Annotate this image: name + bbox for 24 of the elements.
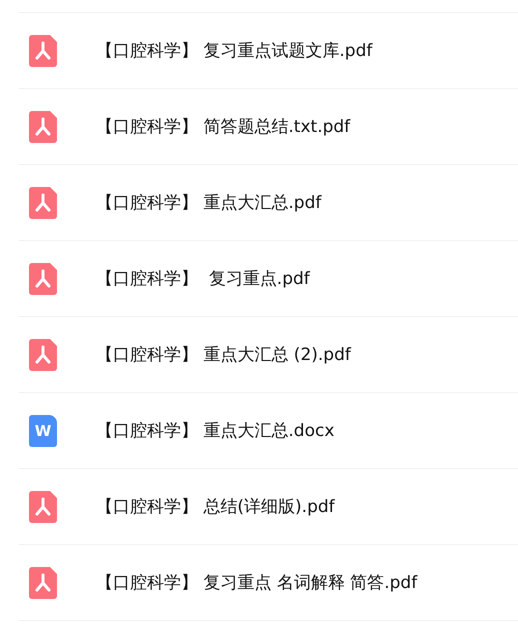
pdf-file-icon <box>29 34 57 66</box>
pdf-file-icon <box>29 186 57 218</box>
pdf-file-icon <box>29 262 57 294</box>
file-name: 【口腔科学】 复习重点试题文库.pdf <box>96 40 372 62</box>
file-name: 【口腔科学】 简答题总结.txt.pdf <box>96 116 350 138</box>
file-row[interactable]: 【口腔科学】 重点大汇总.pdf <box>19 165 518 241</box>
file-name: 【口腔科学】 重点大汇总 (2).pdf <box>96 344 351 366</box>
pdf-file-icon <box>29 490 57 522</box>
word-file-icon: W <box>29 414 57 446</box>
pdf-file-icon <box>29 338 57 370</box>
file-row[interactable]: 【口腔科学】 简答题总结.txt.pdf <box>19 89 518 165</box>
file-row[interactable]: 【口腔科学】 总结(详细版).pdf <box>19 469 518 545</box>
file-row[interactable]: 【口腔科学】 复习重点试题文库.pdf <box>19 13 518 89</box>
file-row[interactable]: 【口腔科学】 复习重点 名词解释 简答.pdf <box>19 545 518 621</box>
file-row[interactable]: 【口腔科学】 重点大汇总 (2).pdf <box>19 317 518 393</box>
pdf-file-icon <box>29 110 57 142</box>
pdf-file-icon <box>29 566 57 598</box>
file-row[interactable]: W 【口腔科学】 重点大汇总.docx <box>19 393 518 469</box>
file-row[interactable]: 【口腔科学】 复习重点.pdf <box>19 241 518 317</box>
file-name: 【口腔科学】 复习重点 名词解释 简答.pdf <box>96 572 418 594</box>
file-name: 【口腔科学】 总结(详细版).pdf <box>96 496 335 518</box>
file-name: 【口腔科学】 重点大汇总.docx <box>96 420 334 442</box>
file-name: 【口腔科学】 重点大汇总.pdf <box>96 192 322 214</box>
file-name: 【口腔科学】 复习重点.pdf <box>96 268 310 290</box>
